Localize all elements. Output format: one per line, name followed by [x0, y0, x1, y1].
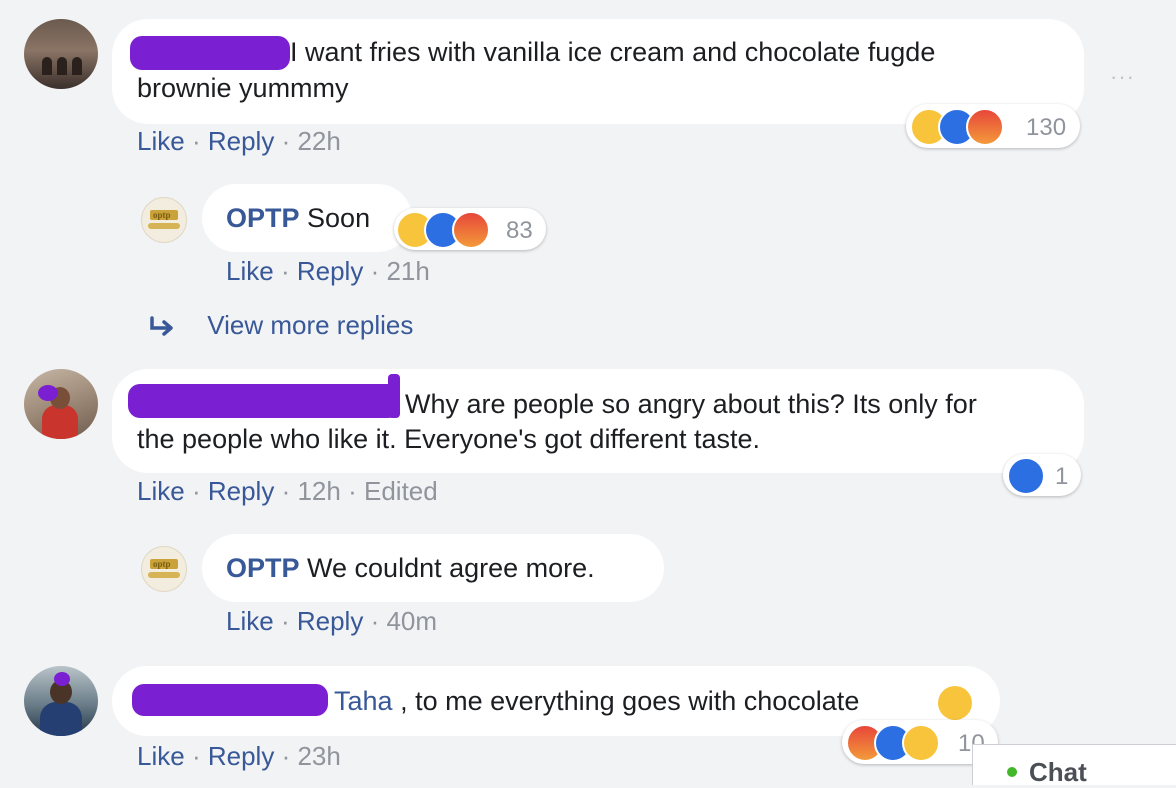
separator: · [348, 476, 357, 506]
commenter-avatar[interactable] [24, 369, 98, 439]
separator: · [281, 126, 291, 156]
reply-arrow-icon [150, 316, 173, 336]
like-link[interactable]: Like [137, 126, 185, 156]
commenter-avatar[interactable] [24, 666, 98, 736]
comment-text-continued: brownie yummmy [137, 73, 349, 103]
page-avatar[interactable]: optp [141, 197, 187, 243]
logo-text: optp [153, 210, 171, 220]
redacted-name [128, 384, 400, 418]
reply-text-line: OPTP We couldnt agree more. [226, 551, 595, 586]
comment-text: Why are people so angry about this? Its … [405, 389, 977, 419]
separator: · [191, 476, 201, 506]
logo-text: optp [153, 559, 171, 569]
comment-text-continued: the people who like it. Everyone's got d… [137, 424, 761, 454]
reply-link[interactable]: Reply [208, 126, 274, 156]
reaction-summary[interactable]: 130 [906, 104, 1080, 148]
view-more-replies[interactable]: View more replies [148, 310, 413, 341]
angry-icon [452, 211, 490, 249]
reply-author[interactable]: OPTP [226, 203, 300, 233]
reaction-count: 130 [1026, 114, 1067, 141]
separator: · [280, 606, 290, 636]
reply-link[interactable]: Reply [208, 476, 274, 506]
reaction-summary[interactable]: 83 [394, 208, 546, 250]
redacted-name [132, 684, 328, 716]
redacted-name-mark [388, 374, 400, 418]
reply-link[interactable]: Reply [208, 741, 274, 771]
reply-actions: Like · Reply · 21h [226, 256, 430, 287]
timestamp[interactable]: 40m [386, 606, 437, 636]
comment-text: , to me everything goes with chocolate [400, 686, 860, 716]
reaction-count: 1 [1055, 463, 1069, 490]
timestamp[interactable]: 21h [386, 256, 429, 286]
like-icon [1007, 457, 1045, 495]
reply-text-line: OPTP Soon [226, 201, 370, 236]
separator: · [191, 126, 201, 156]
comment-actions: Like · Reply · 23h [137, 741, 341, 772]
like-link[interactable]: Like [226, 256, 274, 286]
separator: · [280, 256, 290, 286]
comment-text: I want fries with vanilla ice cream and … [290, 37, 936, 67]
comment-text-line: Taha , to me everything goes with chocol… [334, 684, 859, 719]
reaction-summary[interactable]: 1 [1003, 454, 1081, 496]
like-link[interactable]: Like [137, 476, 185, 506]
like-link[interactable]: Like [137, 741, 185, 771]
view-more-label[interactable]: View more replies [207, 310, 413, 340]
separator: · [370, 606, 380, 636]
comment-actions: Like · Reply · 22h [137, 126, 341, 157]
separator: · [191, 741, 201, 771]
timestamp[interactable]: 23h [297, 741, 340, 771]
timestamp[interactable]: 12h [297, 476, 340, 506]
commenter-avatar[interactable] [24, 19, 98, 89]
separator: · [370, 256, 380, 286]
reaction-count: 83 [506, 217, 533, 244]
separator: · [281, 741, 291, 771]
like-link[interactable]: Like [226, 606, 274, 636]
reply-link[interactable]: Reply [297, 256, 363, 286]
comment-actions: Like · Reply · 12h · Edited [137, 476, 438, 507]
reply-text: Soon [307, 203, 371, 233]
reply-actions: Like · Reply · 40m [226, 606, 437, 637]
edited-label[interactable]: Edited [364, 476, 438, 506]
haha-icon [902, 724, 940, 762]
separator: · [281, 476, 291, 506]
online-status-icon [1007, 767, 1017, 777]
reply-text: We couldnt agree more. [307, 553, 595, 583]
timestamp[interactable]: 22h [297, 126, 340, 156]
reply-author[interactable]: OPTP [226, 553, 300, 583]
reply-link[interactable]: Reply [297, 606, 363, 636]
more-options-icon[interactable]: ··· [1110, 64, 1135, 90]
haha-emoji-icon [938, 686, 972, 720]
chat-label[interactable]: Chat [1029, 757, 1087, 788]
chat-tab[interactable]: Chat [972, 744, 1176, 788]
page-avatar[interactable]: optp [141, 546, 187, 592]
redacted-name [130, 36, 290, 70]
mention-link[interactable]: Taha [334, 686, 393, 716]
angry-icon [966, 108, 1004, 146]
